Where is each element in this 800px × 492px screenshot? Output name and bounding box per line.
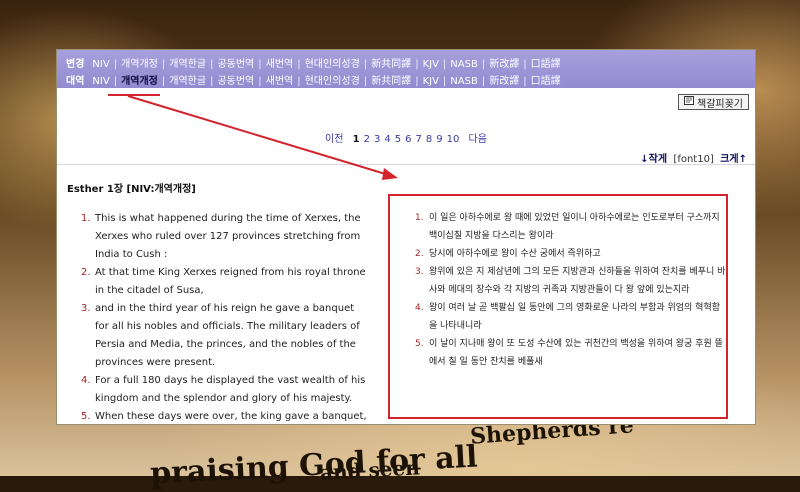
highlight-box [388,194,728,419]
